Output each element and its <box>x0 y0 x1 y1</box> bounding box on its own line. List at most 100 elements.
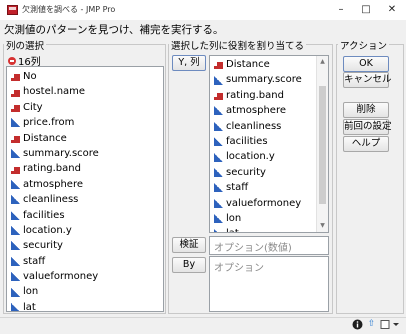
continuous-triangle-icon <box>214 106 223 116</box>
continuous-triangle-icon <box>11 287 20 297</box>
column-label: Distance <box>23 132 67 144</box>
continuous-triangle-icon <box>11 118 20 128</box>
window-menu-icon[interactable] <box>380 319 400 330</box>
close-button[interactable]: ✕ <box>380 2 404 18</box>
scroll-thumb[interactable] <box>319 86 326 204</box>
up-arrow-icon[interactable]: ⇧ <box>366 319 377 330</box>
column-label: rating.band <box>23 163 81 175</box>
column-list-item[interactable]: cleanliness <box>7 192 163 207</box>
y-column-item[interactable]: atmosphere <box>210 103 316 118</box>
column-label: facilities <box>226 135 268 147</box>
actions-title: アクション <box>338 38 390 52</box>
continuous-triangle-icon <box>11 272 20 282</box>
continuous-triangle-icon <box>11 179 20 189</box>
column-list-item[interactable]: lat <box>7 300 163 312</box>
y-column-item[interactable]: Distance <box>210 57 316 72</box>
column-list-item[interactable]: rating.band <box>7 161 163 176</box>
maximize-button[interactable]: □ <box>354 2 378 18</box>
nominal-bar-icon <box>11 88 20 97</box>
column-label: lon <box>23 286 39 298</box>
y-list-scrollbar[interactable]: ▲ ▼ <box>316 56 328 232</box>
nominal-bar-icon <box>11 165 20 174</box>
column-label: City <box>23 101 43 113</box>
column-list-item[interactable]: staff <box>7 254 163 269</box>
column-list-item[interactable]: City <box>7 100 163 115</box>
y-column-item[interactable]: lat <box>210 226 316 232</box>
y-column-item[interactable]: security <box>210 165 316 180</box>
recall-button[interactable]: 前回の設定 <box>343 119 392 135</box>
cast-roles-title: 選択した列に役割を割り当てる <box>169 38 307 52</box>
continuous-triangle-icon <box>11 256 20 266</box>
validation-placeholder: オプション(数値) <box>214 243 292 254</box>
y-columns-button[interactable]: Y, 列 <box>172 55 206 71</box>
column-list-item[interactable]: atmosphere <box>7 177 163 192</box>
continuous-triangle-icon <box>214 137 223 147</box>
continuous-triangle-icon <box>214 75 223 85</box>
continuous-triangle-icon <box>214 229 223 232</box>
y-columns-list[interactable]: Distance summary.score rating.band atmosphe… <box>210 57 316 232</box>
validation-box[interactable]: オプション(数値) <box>209 236 329 255</box>
continuous-triangle-icon <box>11 195 20 205</box>
by-placeholder: オプション <box>214 263 264 274</box>
column-list-item[interactable]: facilities <box>7 208 163 223</box>
column-label: lat <box>226 226 239 232</box>
remove-button[interactable]: 削除 <box>343 102 389 118</box>
scroll-up-arrow-icon[interactable]: ▲ <box>317 58 328 65</box>
by-button[interactable]: By <box>172 257 206 273</box>
status-bar <box>0 317 406 333</box>
column-label: lat <box>23 301 36 312</box>
scroll-down-arrow-icon[interactable]: ▼ <box>317 222 328 229</box>
help-button[interactable]: ヘルプ <box>343 136 389 152</box>
select-columns-title: 列の選択 <box>4 38 47 52</box>
y-column-item[interactable]: staff <box>210 180 316 195</box>
y-column-item[interactable]: cleanliness <box>210 119 316 134</box>
column-label: location.y <box>226 151 275 163</box>
y-column-item[interactable]: location.y <box>210 149 316 164</box>
column-label: Distance <box>226 59 270 70</box>
column-label: facilities <box>23 209 65 221</box>
column-label: hostel.name <box>23 86 86 98</box>
ok-button[interactable]: OK <box>343 56 389 72</box>
y-column-item[interactable]: facilities <box>210 134 316 149</box>
column-list-item[interactable]: security <box>7 238 163 253</box>
instruction-text: 欠測値のパターンを見つけ、補完を実行する。 <box>4 24 224 36</box>
info-icon[interactable] <box>352 319 363 330</box>
cancel-button[interactable]: キャンセル <box>343 72 392 88</box>
continuous-triangle-icon <box>214 198 223 208</box>
column-label: location.y <box>23 224 72 236</box>
column-list-item[interactable]: No <box>7 69 163 84</box>
column-label: rating.band <box>226 89 284 101</box>
minimize-button[interactable]: – <box>329 2 353 18</box>
by-box[interactable]: オプション <box>209 256 329 312</box>
column-list[interactable]: No hostel.name City price.from Distance summa… <box>6 66 164 312</box>
column-list-item[interactable]: location.y <box>7 223 163 238</box>
column-list-item[interactable]: Distance <box>7 131 163 146</box>
nominal-bar-icon <box>11 72 20 82</box>
validation-button[interactable]: 検証 <box>172 237 206 253</box>
nominal-bar-icon <box>11 134 20 143</box>
y-column-item[interactable]: lon <box>210 211 316 226</box>
column-list-item[interactable]: hostel.name <box>7 84 163 99</box>
column-list-item[interactable]: valueformoney <box>7 269 163 284</box>
nominal-bar-icon <box>11 103 20 112</box>
column-label: security <box>23 240 63 252</box>
column-label: summary.score <box>23 147 99 159</box>
y-column-item[interactable]: summary.score <box>210 72 316 87</box>
column-list-item[interactable]: summary.score <box>7 146 163 161</box>
column-label: staff <box>226 182 249 194</box>
column-label: valueformoney <box>226 197 302 209</box>
column-label: atmosphere <box>226 105 286 117</box>
y-columns-box[interactable]: Distance summary.score rating.band atmosphe… <box>209 55 329 233</box>
continuous-triangle-icon <box>214 183 223 193</box>
column-label: valueformoney <box>23 271 99 283</box>
column-list-item[interactable]: price.from <box>7 115 163 130</box>
y-column-item[interactable]: valueformoney <box>210 196 316 211</box>
collapse-icon[interactable] <box>8 56 16 65</box>
column-label: lon <box>226 212 242 224</box>
continuous-triangle-icon <box>11 149 20 159</box>
y-column-item[interactable]: rating.band <box>210 88 316 103</box>
continuous-triangle-icon <box>11 241 20 251</box>
column-label: price.from <box>23 117 75 129</box>
nominal-bar-icon <box>214 60 223 70</box>
column-list-item[interactable]: lon <box>7 284 163 299</box>
